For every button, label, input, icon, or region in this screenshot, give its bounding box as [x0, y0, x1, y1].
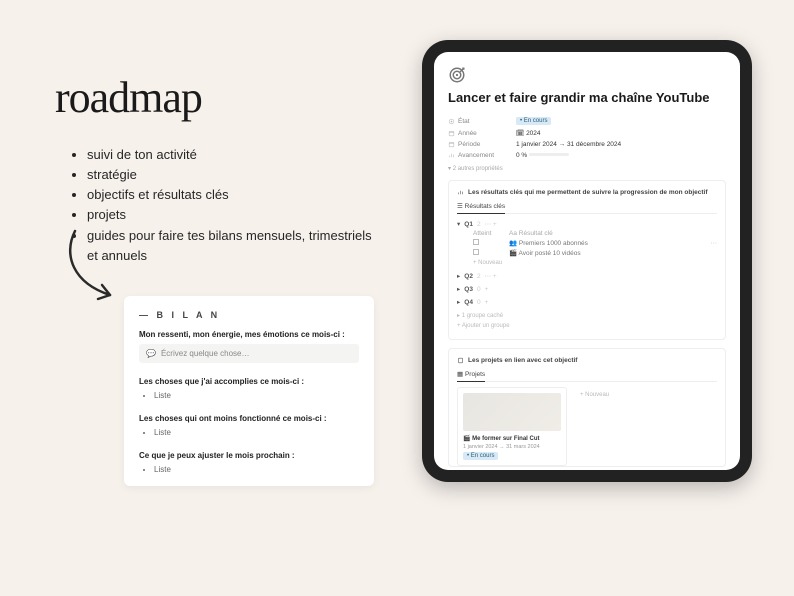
headline: roadmap: [55, 72, 385, 123]
list-item: Liste: [154, 465, 359, 474]
circle-dot-icon: [448, 118, 455, 125]
list-item: Liste: [154, 428, 359, 437]
video-icon: 🎬: [463, 436, 470, 442]
project-card[interactable]: 🎬 Me former sur Final Cut 1 janvier 2024…: [457, 387, 567, 466]
page-title: Lancer et faire grandir ma chaîne YouTub…: [448, 90, 726, 105]
tablet-frame: Lancer et faire grandir ma chaîne YouTub…: [422, 40, 752, 482]
new-result[interactable]: + Nouveau: [473, 258, 717, 268]
tablet-screen: Lancer et faire grandir ma chaîne YouTub…: [434, 52, 740, 470]
prop-label-text: Période: [458, 141, 480, 148]
project-status-badge: • En cours: [463, 452, 498, 460]
prop-label-text: État: [458, 118, 470, 125]
more-properties[interactable]: ▾ 2 autres propriétés: [448, 161, 726, 180]
feature-item: suivi de ton activité: [87, 145, 385, 165]
q1-group[interactable]: ▾ Q1 2 ⋯ + AtteintAa Résultat clé 👥 Prem…: [457, 219, 717, 268]
results-section: Les résultats clés qui me permettent de …: [448, 180, 726, 340]
prop-periode[interactable]: Période 1 janvier 2024 → 31 décembre 202…: [448, 139, 726, 150]
hidden-group[interactable]: ▸ 1 groupe caché: [457, 310, 717, 321]
projects-tabs[interactable]: ▦ Projets: [457, 370, 717, 382]
chevron-down-icon: ▾: [457, 220, 460, 228]
chevron-right-icon: ▸: [457, 298, 460, 306]
bilan-q3-label: Les choses qui ont moins fonctionné ce m…: [139, 414, 359, 423]
arrow-icon: [55, 225, 135, 320]
feature-item: objectifs et résultats clés: [87, 185, 385, 205]
chevron-right-icon: ▸: [457, 272, 460, 280]
projects-heading: Les projets en lien avec cet objectif: [457, 357, 717, 364]
bilan-q4-label: Ce que je peux ajuster le mois prochain …: [139, 451, 359, 460]
calendar-icon: [448, 130, 455, 137]
chevron-right-icon: ▸: [457, 285, 460, 293]
project-cover: [463, 393, 561, 431]
feature-item: stratégie: [87, 165, 385, 185]
q2-group[interactable]: ▸ Q2 2 ⋯ +: [457, 271, 717, 281]
results-tabs[interactable]: ☰ Résultats clés: [457, 202, 717, 214]
prop-label-text: Année: [458, 130, 477, 137]
chart-icon: [457, 189, 464, 196]
bilan-q1-input[interactable]: 💬 Écrivez quelque chose…: [139, 344, 359, 363]
q4-group[interactable]: ▸ Q4 0 +: [457, 297, 717, 307]
bilan-q2-list[interactable]: Liste: [139, 391, 359, 400]
checkbox[interactable]: [473, 249, 479, 255]
bilan-q3-list[interactable]: Liste: [139, 428, 359, 437]
key-result-row[interactable]: 👥 Premiers 1000 abonnés⋯: [473, 238, 717, 248]
prop-value: 2024: [526, 130, 540, 137]
link-page-icon: 🗓: [516, 130, 526, 137]
projects-gallery: 🎬 Me former sur Final Cut 1 janvier 2024…: [457, 387, 717, 466]
calendar-icon: [448, 141, 455, 148]
prop-value: 1 janvier 2024 → 31 décembre 2024: [516, 141, 621, 148]
feature-item: projets: [87, 205, 385, 225]
key-result-row[interactable]: 🎬 Avoir posté 10 vidéos: [473, 248, 717, 258]
q3-group[interactable]: ▸ Q3 0 +: [457, 284, 717, 294]
bar-icon: [448, 152, 455, 159]
target-icon: [448, 66, 466, 84]
bilan-q1-placeholder: Écrivez quelque chose…: [161, 349, 250, 358]
clipboard-icon: [457, 357, 464, 364]
checkbox[interactable]: [473, 239, 479, 245]
projects-section: Les projets en lien avec cet objectif ▦ …: [448, 348, 726, 467]
project-dates: 1 janvier 2024 → 31 mars 2024: [463, 444, 561, 450]
bilan-q1-label: Mon ressenti, mon énergie, mes émotions …: [139, 330, 359, 339]
add-group[interactable]: + Ajouter un groupe: [457, 321, 717, 331]
list-item: Liste: [154, 391, 359, 400]
prop-avancement[interactable]: Avancement 0 %: [448, 150, 726, 161]
prop-etat[interactable]: État • En cours: [448, 115, 726, 127]
speech-icon: 💬: [146, 349, 156, 358]
bilan-title: — B I L A N: [139, 310, 359, 320]
prop-value: 0 %: [516, 152, 569, 159]
prop-annee[interactable]: Année 🗓 2024: [448, 127, 726, 139]
status-badge: • En cours: [516, 117, 551, 125]
results-heading: Les résultats clés qui me permettent de …: [457, 189, 717, 196]
add-project[interactable]: + Nouveau: [575, 387, 614, 403]
bilan-q4-list[interactable]: Liste: [139, 465, 359, 474]
prop-label-text: Avancement: [458, 152, 494, 159]
bilan-q2-label: Les choses que j'ai accomplies ce mois-c…: [139, 377, 359, 386]
bilan-card: — B I L A N Mon ressenti, mon énergie, m…: [124, 296, 374, 486]
